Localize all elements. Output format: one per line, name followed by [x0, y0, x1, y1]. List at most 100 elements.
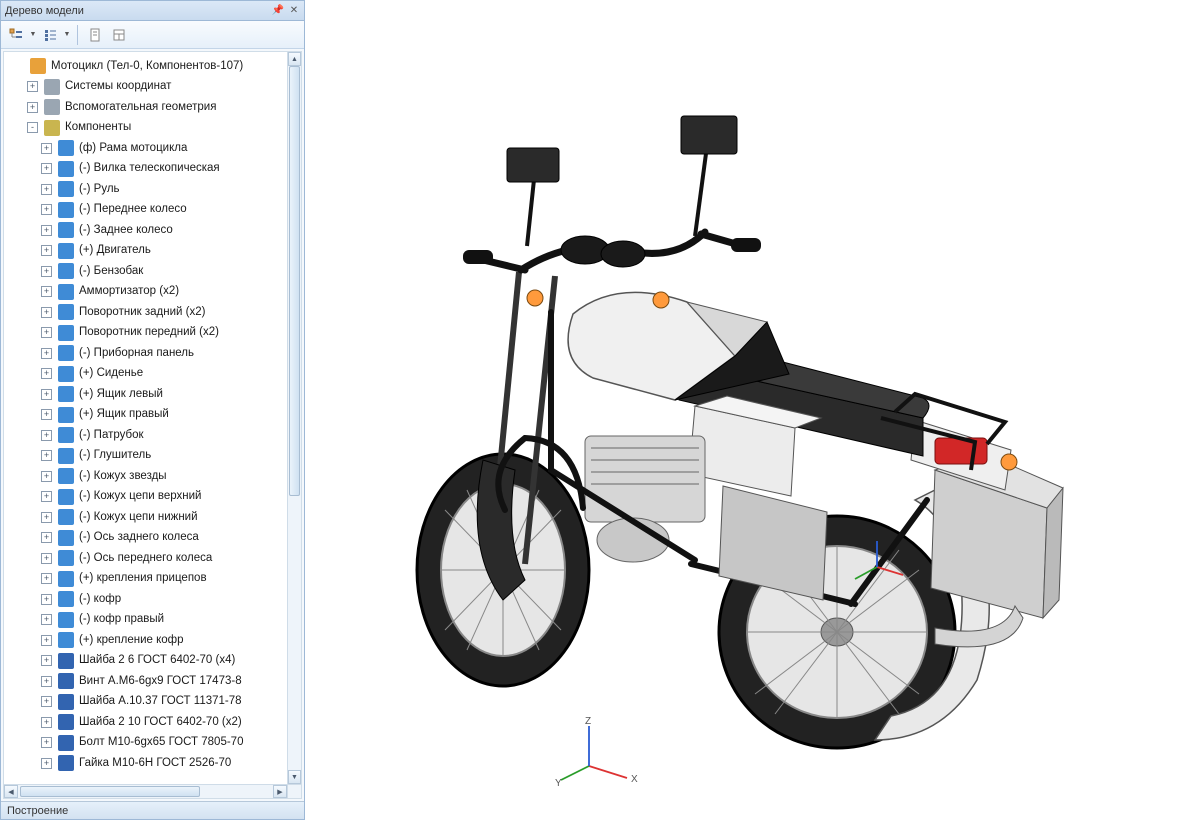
- tree-item[interactable]: +Системы координат: [10, 77, 287, 98]
- expand-icon[interactable]: +: [41, 225, 52, 236]
- expand-icon[interactable]: +: [41, 512, 52, 523]
- tool-tree-view-icon[interactable]: [5, 24, 27, 46]
- tree-item[interactable]: +(+) Ящик правый: [10, 405, 287, 426]
- tree-item[interactable]: +Шайба 2 6 ГОСТ 6402-70 (x4): [10, 651, 287, 672]
- tree-item[interactable]: +Шайба A.10.37 ГОСТ 11371-78: [10, 692, 287, 713]
- expand-icon[interactable]: +: [41, 635, 52, 646]
- expand-icon[interactable]: +: [41, 696, 52, 707]
- expand-icon[interactable]: +: [41, 184, 52, 195]
- tree-item[interactable]: +Болт M10-6gx65 ГОСТ 7805-70: [10, 733, 287, 754]
- chevron-down-icon[interactable]: ▼: [63, 24, 71, 46]
- tree-item[interactable]: +Гайка M10-6H ГОСТ 2526-70: [10, 753, 287, 774]
- tree-item[interactable]: +(-) кофр правый: [10, 610, 287, 631]
- tree-item[interactable]: +(-) Вилка телескопическая: [10, 159, 287, 180]
- tree-item-label: Шайба 2 10 ГОСТ 6402-70 (x2): [77, 717, 242, 729]
- collapse-icon[interactable]: -: [27, 122, 38, 133]
- scroll-thumb[interactable]: [289, 66, 300, 496]
- tree-item[interactable]: + Поворотник задний (x2): [10, 302, 287, 323]
- tree-scroll[interactable]: Мотоцикл (Тел-0, Компонентов-107)+Систем…: [4, 52, 287, 784]
- expand-icon[interactable]: +: [41, 758, 52, 769]
- expand-icon[interactable]: +: [41, 307, 52, 318]
- tree-item[interactable]: -Компоненты: [10, 118, 287, 139]
- tool-list-view-icon[interactable]: [39, 24, 61, 46]
- scroll-up-icon[interactable]: ▲: [288, 52, 301, 66]
- expand-icon[interactable]: +: [41, 737, 52, 748]
- tree-item-label: Поворотник задний (x2): [77, 307, 205, 319]
- scroll-left-icon[interactable]: ◀: [4, 785, 18, 798]
- tree-item[interactable]: +(-) Ось заднего колеса: [10, 528, 287, 549]
- tool-layout-icon[interactable]: [108, 24, 130, 46]
- tree-item[interactable]: +(+) Сиденье: [10, 364, 287, 385]
- scroll-right-icon[interactable]: ▶: [273, 785, 287, 798]
- expand-icon[interactable]: +: [41, 409, 52, 420]
- expand-icon[interactable]: +: [41, 286, 52, 297]
- tree-item[interactable]: +Аммортизатор (x2): [10, 282, 287, 303]
- tree-item-label: (-) Приборная панель: [77, 348, 194, 360]
- tree-item[interactable]: +(-) Руль: [10, 179, 287, 200]
- axis-y-label: Y: [555, 778, 562, 789]
- 3d-viewport[interactable]: X Y Z: [305, 0, 1200, 820]
- close-icon[interactable]: ✕: [288, 5, 300, 17]
- expand-icon[interactable]: +: [41, 163, 52, 174]
- tree-item[interactable]: +(-) Заднее колесо: [10, 220, 287, 241]
- expand-icon[interactable]: +: [41, 389, 52, 400]
- expand-icon[interactable]: +: [41, 245, 52, 256]
- expand-icon[interactable]: +: [41, 655, 52, 666]
- tree-item[interactable]: +Поворотник передний (x2): [10, 323, 287, 344]
- tree-item[interactable]: +(-) Кожух цепи нижний: [10, 507, 287, 528]
- vertical-scrollbar[interactable]: ▲ ▼: [287, 52, 301, 784]
- tree-item[interactable]: +(-) Ось переднего колеса: [10, 548, 287, 569]
- horizontal-scrollbar[interactable]: ◀ ▶: [4, 784, 287, 798]
- part-icon: [58, 222, 74, 238]
- expand-icon[interactable]: +: [41, 327, 52, 338]
- expand-icon[interactable]: +: [41, 676, 52, 687]
- expand-icon[interactable]: +: [41, 450, 52, 461]
- tree-item[interactable]: + (-) Приборная панель: [10, 343, 287, 364]
- expand-icon[interactable]: +: [41, 614, 52, 625]
- tree-item-label: Вспомогательная геометрия: [63, 102, 216, 114]
- part-icon: [58, 366, 74, 382]
- tree-item[interactable]: + Вспомогательная геометрия: [10, 97, 287, 118]
- tree-item[interactable]: Мотоцикл (Тел-0, Компонентов-107): [10, 56, 287, 77]
- part-icon: [58, 325, 74, 341]
- tree-item[interactable]: + Шайба 2 10 ГОСТ 6402-70 (x2): [10, 712, 287, 733]
- pin-icon[interactable]: 📌: [272, 5, 284, 17]
- expand-icon[interactable]: +: [41, 368, 52, 379]
- expand-icon[interactable]: +: [41, 348, 52, 359]
- expand-icon[interactable]: +: [41, 594, 52, 605]
- panel-titlebar: Дерево модели 📌 ✕: [1, 1, 304, 21]
- expand-icon[interactable]: +: [41, 573, 52, 584]
- scroll-thumb[interactable]: [20, 786, 200, 797]
- tree-item-label: (-) Патрубок: [77, 430, 144, 442]
- tree-item[interactable]: + (-) Патрубок: [10, 425, 287, 446]
- expand-icon[interactable]: +: [41, 491, 52, 502]
- expand-icon[interactable]: +: [41, 553, 52, 564]
- tree-item[interactable]: +(ф) Рама мотоцикла: [10, 138, 287, 159]
- expand-icon[interactable]: +: [41, 471, 52, 482]
- expand-icon[interactable]: +: [41, 532, 52, 543]
- scroll-down-icon[interactable]: ▼: [288, 770, 301, 784]
- tree-item[interactable]: +Винт A.M6-6gx9 ГОСТ 17473-8: [10, 671, 287, 692]
- expand-icon[interactable]: +: [27, 81, 38, 92]
- tree-item[interactable]: +(-) Глушитель: [10, 446, 287, 467]
- tree-item[interactable]: +(-) Кожух звезды: [10, 466, 287, 487]
- model-tree-panel: Дерево модели 📌 ✕ ▼ ▼ Мотоцикл (Тел-0, К…: [0, 0, 305, 820]
- expand-icon[interactable]: +: [41, 430, 52, 441]
- chevron-down-icon[interactable]: ▼: [29, 24, 37, 46]
- expand-icon[interactable]: +: [41, 717, 52, 728]
- tree-item-label: (+) Двигатель: [77, 245, 151, 257]
- tree-item[interactable]: +(-) Переднее колесо: [10, 200, 287, 221]
- tree-item[interactable]: +(-) кофр: [10, 589, 287, 610]
- tree-item[interactable]: +(+) крепления прицепов: [10, 569, 287, 590]
- tree-item[interactable]: +(-) Кожух цепи верхний: [10, 487, 287, 508]
- expand-icon[interactable]: +: [27, 102, 38, 113]
- expand-icon[interactable]: +: [41, 266, 52, 277]
- tree-item[interactable]: +(+) крепление кофр: [10, 630, 287, 651]
- tree-item[interactable]: + (+) Двигатель: [10, 241, 287, 262]
- tool-page-icon[interactable]: [84, 24, 106, 46]
- expand-icon[interactable]: +: [41, 143, 52, 154]
- tree-item[interactable]: +(-) Бензобак: [10, 261, 287, 282]
- scroll-track[interactable]: [288, 66, 301, 770]
- tree-item[interactable]: +(+) Ящик левый: [10, 384, 287, 405]
- expand-icon[interactable]: +: [41, 204, 52, 215]
